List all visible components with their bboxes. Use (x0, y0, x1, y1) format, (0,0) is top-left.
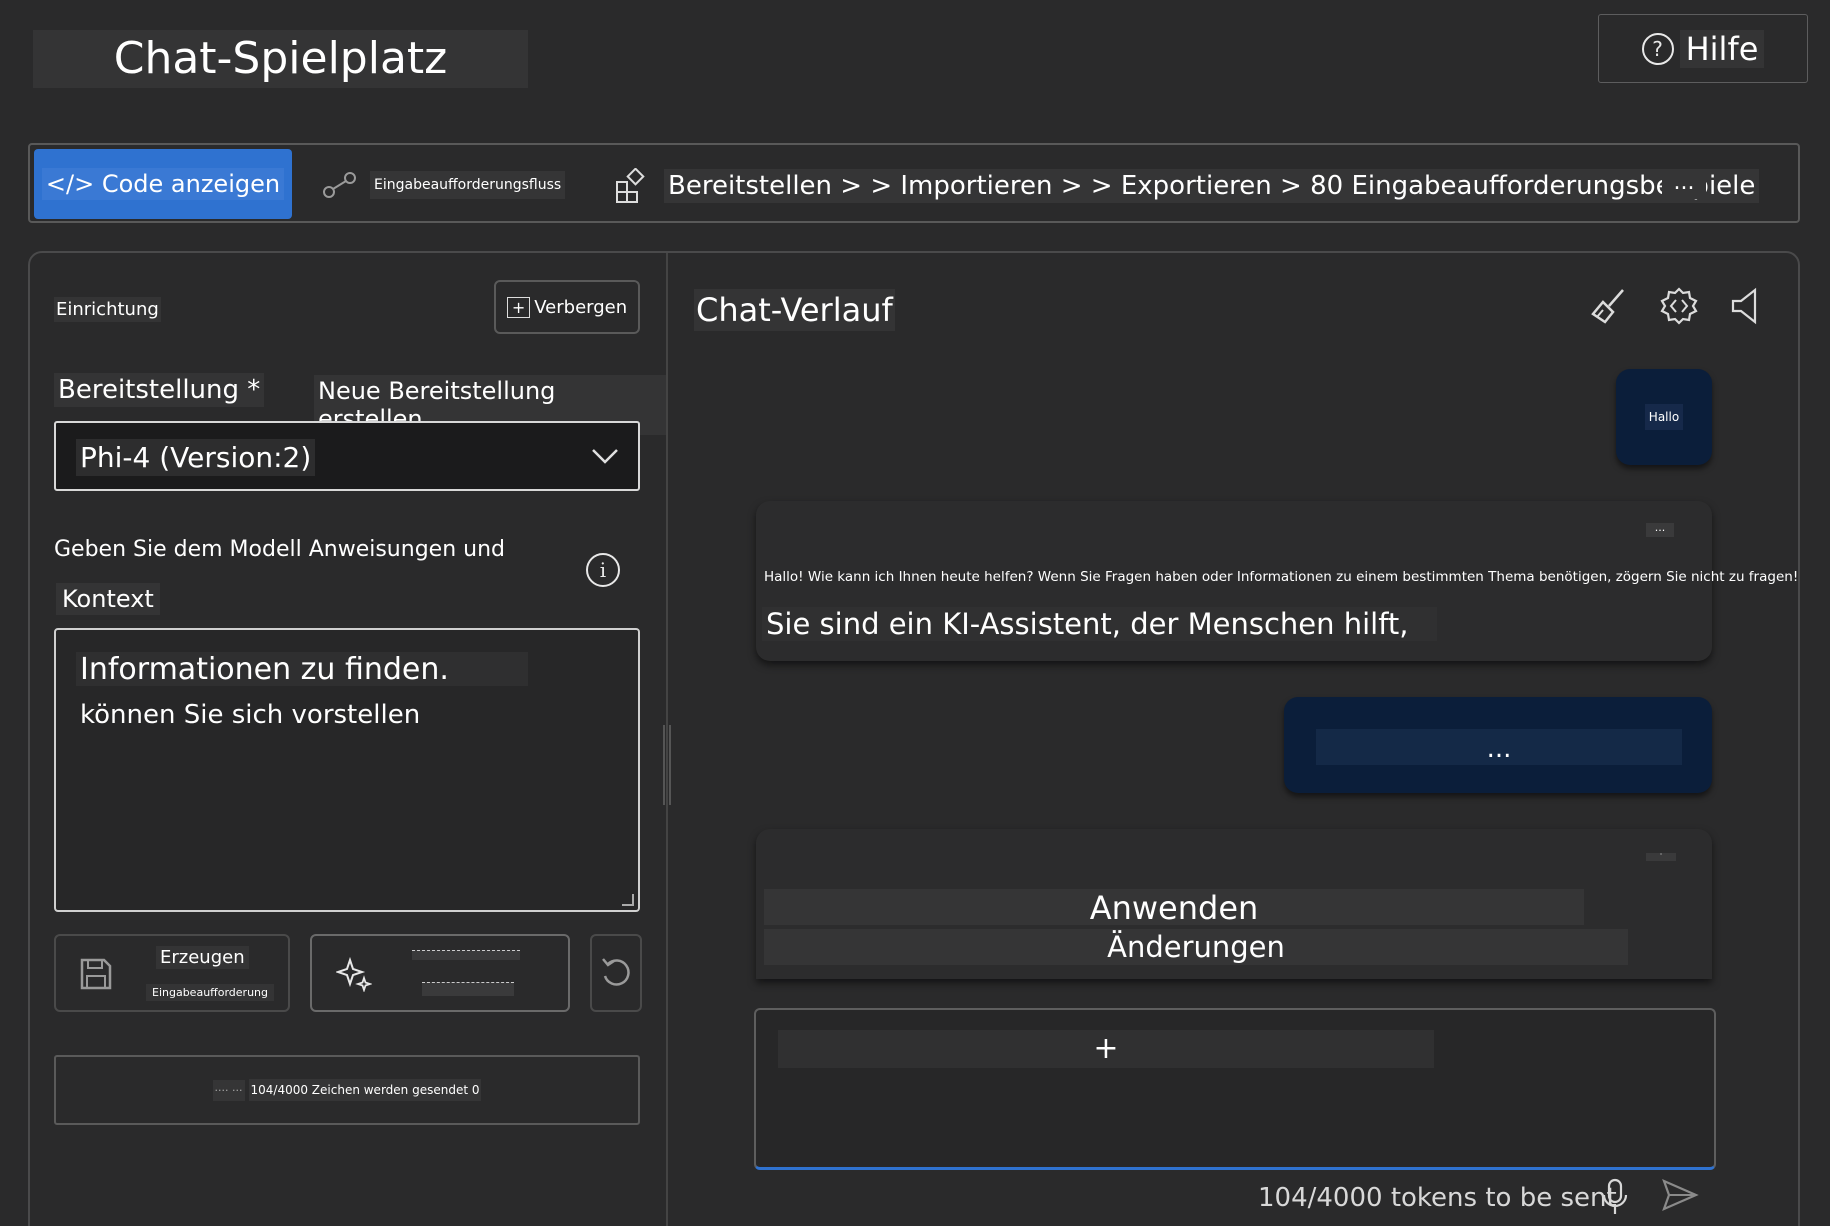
hide-plus-icon: + (506, 296, 531, 318)
system-message-line: Informationen zu finden. (76, 652, 528, 687)
chat-history-title: Chat-Verlauf (694, 289, 895, 331)
more-button[interactable]: ... (1662, 171, 1706, 199)
instructions-label: Geben Sie dem Modell Anweisungen und (54, 537, 505, 562)
flow-icon (323, 172, 356, 198)
user-message: ... (1284, 697, 1712, 793)
send-icon[interactable] (1660, 1175, 1700, 1224)
sparkle-button[interactable] (310, 934, 570, 1012)
system-message-line: können Sie sich vorstellen (80, 700, 421, 730)
broom-icon[interactable] (1586, 283, 1632, 329)
assistant-message-text: Anwenden (764, 889, 1584, 927)
assistant-message-text: Änderungen (764, 929, 1628, 965)
hide-label: Verbergen (534, 296, 628, 318)
info-icon[interactable]: i (586, 553, 620, 587)
save-icon (80, 958, 112, 990)
chat-input[interactable]: + (754, 1008, 1716, 1170)
token-count: 104/4000 tokens to be sent (1258, 1183, 1617, 1213)
user-message-text: Hallo (1644, 404, 1684, 430)
view-code-label: </> Code anzeigen (41, 168, 285, 200)
prompt-flow-label: Eingabeaufforderungsfluss (370, 171, 566, 199)
character-count-prefix: ···· ··· (212, 1079, 245, 1101)
user-message: Hallo (1616, 369, 1712, 465)
instructions-label-context: Kontext (56, 583, 160, 615)
help-label: Hilfe (1679, 29, 1765, 68)
help-icon: ? (1641, 32, 1674, 65)
chevron-down-icon (592, 449, 618, 464)
setup-panel: Einrichtung + Verbergen Bereitstellung *… (30, 253, 668, 1226)
assistant-message: ... Hallo! Wie kann ich Ihnen heute helf… (756, 501, 1798, 661)
speaker-icon[interactable] (1724, 283, 1770, 329)
view-code-button[interactable]: </> Code anzeigen (34, 149, 292, 219)
assistant-message-text: Sie sind ein KI-Assistent, der Menschen … (762, 607, 1437, 641)
character-count-label: 104/4000 Zeichen werden gesendet 0 (248, 1079, 482, 1101)
assistant-message-text: Hallo! Wie kann ich Ihnen heute helfen? … (764, 569, 1799, 585)
deployment-select[interactable]: Phi-4 (Version:2) (54, 421, 640, 491)
resize-handle[interactable] (622, 894, 634, 906)
undo-button[interactable] (590, 934, 642, 1012)
system-message-input[interactable]: Informationen zu finden. können Sie sich… (54, 628, 640, 912)
add-attachment-button[interactable]: + (778, 1030, 1434, 1068)
breadcrumb[interactable]: Bereitstellen > > Importieren > > Export… (614, 165, 1760, 207)
panel-resize-handle[interactable] (663, 725, 671, 805)
sparkle-label-line (422, 982, 514, 996)
generate-label: Erzeugen (156, 946, 249, 969)
page-title: Chat-Spielplatz (33, 30, 528, 88)
message-menu-button[interactable]: · (1646, 851, 1676, 861)
help-button[interactable]: ? Hilfe (1598, 14, 1808, 83)
undo-icon (602, 958, 630, 986)
character-count: ···· ··· 104/4000 Zeichen werden gesende… (54, 1055, 640, 1125)
prompt-flow-button[interactable]: Eingabeaufforderungsfluss (322, 165, 566, 205)
main-panel: Einrichtung + Verbergen Bereitstellung *… (28, 251, 1800, 1226)
sparkle-label-line (412, 950, 520, 960)
breadcrumb-label: Bereitstellen > > Importieren > > Export… (664, 169, 1760, 203)
deployment-label: Bereitstellung * (54, 373, 265, 407)
setup-title: Einrichtung (54, 297, 161, 322)
gear-icon[interactable] (1656, 283, 1702, 329)
hide-button[interactable]: + Verbergen (494, 280, 640, 334)
message-menu-button[interactable]: ... (1646, 522, 1674, 537)
deploy-grid-icon (616, 168, 645, 203)
deployment-value: Phi-4 (Version:2) (76, 439, 316, 476)
generate-sub-label: Eingabeaufforderung (146, 984, 274, 1001)
toolbar: </> Code anzeigen Eingabeaufforderungsfl… (28, 143, 1800, 223)
microphone-icon[interactable] (1600, 1177, 1630, 1225)
user-message-text: ... (1316, 729, 1682, 765)
sparkle-icon (336, 956, 372, 992)
generate-prompt-button[interactable]: Erzeugen Eingabeaufforderung (54, 934, 290, 1012)
assistant-message: · Anwenden Änderungen (756, 829, 1712, 979)
